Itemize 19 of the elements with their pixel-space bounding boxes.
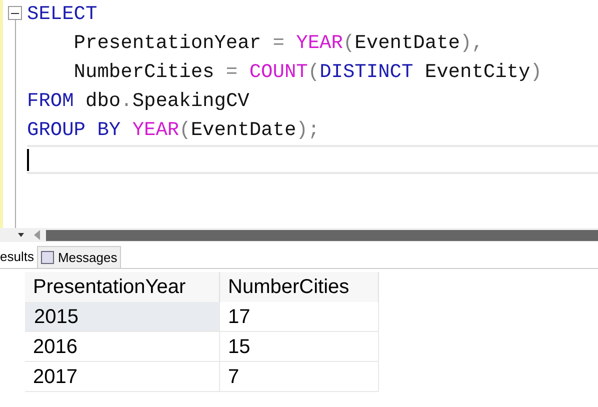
code-line: FROM dbo.SpeakingCV <box>27 90 250 112</box>
code-line: GROUP BY YEAR(EventDate); <box>27 119 320 141</box>
code-line: NumberCities = COUNT(DISTINCT EventCity) <box>72 61 542 83</box>
document-icon <box>40 251 54 264</box>
table-cell: 2015 <box>25 302 220 331</box>
table-cell: 2016 <box>25 332 220 361</box>
text-cursor <box>27 148 29 170</box>
collapse-icon[interactable] <box>8 6 22 20</box>
table-cell: 17 <box>220 302 379 331</box>
column-header[interactable]: PresentationYear <box>25 272 220 302</box>
scrollbar-thumb[interactable] <box>46 230 598 240</box>
column-header[interactable]: NumberCities <box>220 272 379 302</box>
table-cell: 15 <box>220 332 379 361</box>
code-line: SELECT <box>27 3 98 25</box>
table-cell: 7 <box>220 362 379 391</box>
results-tab[interactable]: Messages <box>36 246 122 268</box>
code-line: PresentationYear = YEAR(EventDate), <box>72 32 484 54</box>
caret-icon <box>18 233 24 237</box>
table-cell: 2017 <box>25 362 220 391</box>
